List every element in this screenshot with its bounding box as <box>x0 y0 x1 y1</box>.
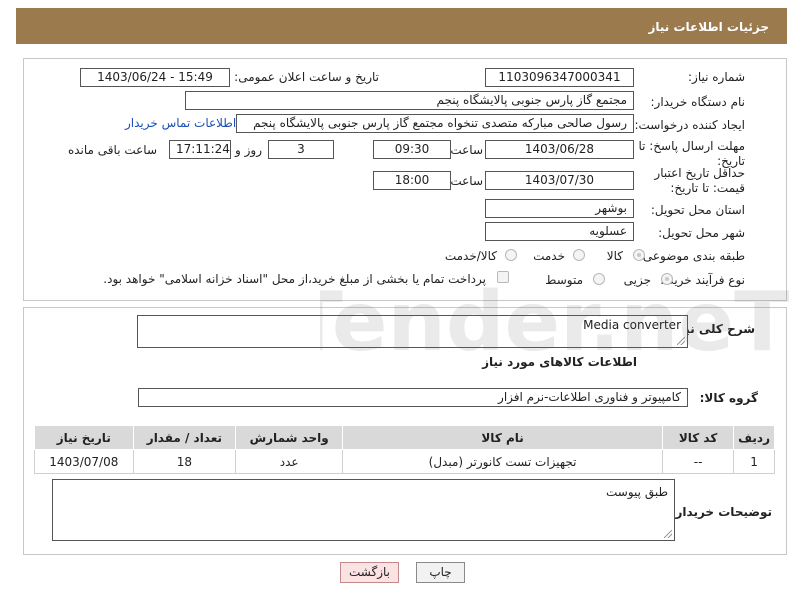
reply-deadline-label: مهلت ارسال پاسخ: تا تاریخ: <box>638 139 745 168</box>
general-desc-field: Media converter <box>137 315 688 348</box>
city-field: عسلویه <box>485 222 634 241</box>
col-code: کد کالا <box>662 425 735 450</box>
category-radio-service[interactable] <box>573 249 585 261</box>
category-option-goods-service: کالا/خدمت <box>444 249 497 263</box>
reply-date-field: 1403/06/28 <box>485 140 634 159</box>
announce-datetime-field: 1403/06/24 - 15:49 <box>80 68 230 87</box>
cell-code: -- <box>662 449 735 474</box>
goods-table: ردیف کد کالا نام کالا واحد شمارش تعداد /… <box>34 425 775 474</box>
category-radio-goods-service[interactable] <box>505 249 517 261</box>
treasury-payment-checkbox[interactable] <box>497 271 509 283</box>
days-count-field: 3 <box>268 140 334 159</box>
cell-name: تجهیزات تست کانورتر (مبدل) <box>342 449 664 474</box>
creator-label: ایجاد کننده درخواست: <box>634 118 745 132</box>
goods-group-field: کامپیوتر و فناوری اطلاعات-نرم افزار <box>138 388 688 407</box>
buyer-notes-label: توضیحات خریدار: <box>670 505 772 519</box>
general-desc-text: Media converter <box>583 318 681 332</box>
creator-field: رسول صالحی مبارکه متصدی تنخواه مجتمع گاز… <box>236 114 634 133</box>
purchase-radio-minor[interactable] <box>661 273 673 285</box>
need-number-field: 1103096347000341 <box>485 68 634 87</box>
col-quantity: تعداد / مقدار <box>132 425 237 450</box>
resize-grip-icon[interactable] <box>677 337 685 345</box>
resize-grip-icon[interactable] <box>664 530 672 538</box>
price-time-label: ساعت <box>450 174 483 188</box>
remaining-label: ساعت باقی مانده <box>67 143 157 157</box>
purchase-radio-medium[interactable] <box>593 273 605 285</box>
cell-quantity: 18 <box>132 449 237 474</box>
back-button[interactable]: بازگشت <box>340 562 399 583</box>
remaining-time-field: 17:11:24 <box>169 140 231 159</box>
province-label: استان محل تحویل: <box>650 203 745 217</box>
goods-info-title: اطلاعات کالاهای مورد نیاز <box>482 355 637 369</box>
buyer-notes-text: طبق پیوست <box>606 485 668 499</box>
buyer-contact-link[interactable]: اطلاعات تماس خریدار <box>125 116 236 130</box>
col-need-date: تاریخ نیاز <box>34 425 134 450</box>
announce-label: تاریخ و ساعت اعلان عمومی: <box>234 70 379 84</box>
col-row: ردیف <box>733 425 775 450</box>
treasury-payment-note: پرداخت تمام یا بخشی از مبلغ خرید،از محل … <box>103 272 486 286</box>
goods-group-label: گروه کالا: <box>699 391 758 405</box>
table-row: 1 -- تجهیزات تست کانورتر (مبدل) عدد 18 1… <box>34 449 775 474</box>
days-label: روز و <box>235 143 262 157</box>
goods-table-header: ردیف کد کالا نام کالا واحد شمارش تعداد /… <box>34 425 775 450</box>
col-name: نام کالا <box>342 425 664 450</box>
cell-unit: عدد <box>235 449 344 474</box>
city-label: شهر محل تحویل: <box>658 226 745 240</box>
category-option-goods: کالا <box>606 249 623 263</box>
page-title: جزئیات اطلاعات نیاز <box>648 20 769 34</box>
cell-need-date: 1403/07/08 <box>34 449 134 474</box>
reply-time-label: ساعت <box>450 143 483 157</box>
col-unit: واحد شمارش <box>235 425 344 450</box>
reply-time-field: 09:30 <box>373 140 451 159</box>
purchase-option-minor: جزیی <box>623 273 651 287</box>
purchase-option-medium: متوسط <box>545 273 583 287</box>
buyer-notes-field: طبق پیوست <box>52 479 675 541</box>
buyer-org-label: نام دستگاه خریدار: <box>650 95 746 109</box>
cell-row: 1 <box>733 449 775 474</box>
need-number-label: شماره نیاز: <box>688 70 745 84</box>
buyer-org-field: مجتمع گاز پارس جنوبی پالایشگاه پنجم <box>185 91 634 110</box>
category-radio-goods[interactable] <box>633 249 645 261</box>
print-button[interactable]: چاپ <box>416 562 465 583</box>
category-option-service: خدمت <box>533 249 565 263</box>
category-label: طبقه بندی موضوعی: <box>638 249 745 263</box>
page-header: جزئیات اطلاعات نیاز <box>16 8 787 44</box>
price-validity-label: حداقل تاریخ اعتبار قیمت: تا تاریخ: <box>654 166 745 195</box>
price-date-field: 1403/07/30 <box>485 171 634 190</box>
province-field: بوشهر <box>485 199 634 218</box>
price-time-field: 18:00 <box>373 171 451 190</box>
